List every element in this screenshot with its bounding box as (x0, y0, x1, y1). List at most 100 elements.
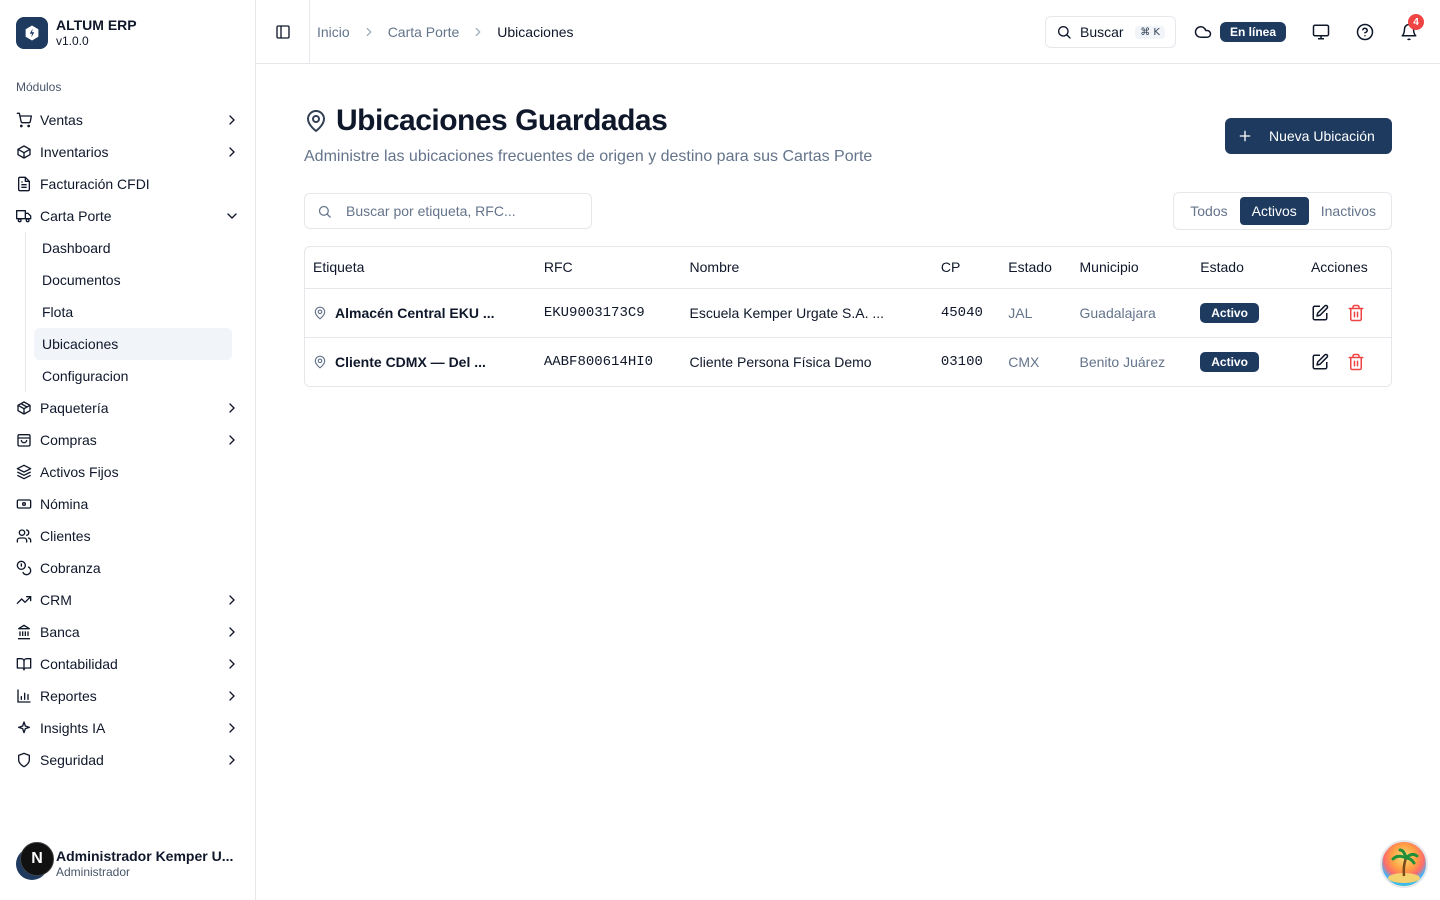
sidebar-item-crm[interactable]: CRM (8, 584, 248, 616)
cell-municipio: Benito Juárez (1079, 353, 1166, 370)
table-row[interactable]: Almacén Central EKU ... EKU9003173C9 Esc… (305, 288, 1391, 338)
submenu-item-documentos[interactable]: Documentos (34, 264, 232, 296)
trending-up-icon (16, 596, 32, 604)
column-header: Nombre (681, 247, 933, 289)
map-pin-icon (314, 355, 326, 369)
sidebar-item-label: Compras (40, 432, 97, 448)
brand[interactable]: ALTUM ERP v1.0.0 (16, 16, 137, 50)
chevron-right-icon (229, 115, 235, 125)
trash-icon[interactable] (1347, 353, 1365, 371)
sidebar-item-activos-fijos[interactable]: Activos Fijos (8, 456, 248, 488)
table-row[interactable]: Cliente CDMX — Del ... AABF800614HI0 Cli… (305, 337, 1391, 386)
bar-chart-icon (17, 689, 31, 703)
column-header: CP (932, 247, 1001, 289)
sidebar-item-label: Clientes (40, 528, 91, 544)
global-search-label: Buscar (1079, 24, 1124, 40)
breadcrumb-inicio[interactable]: Inicio (317, 24, 350, 40)
edit-icon[interactable] (1311, 353, 1329, 371)
user-menu[interactable]: N Administrador Kemper U... Administrado… (16, 842, 244, 884)
status-filter: Todos Activos Inactivos (1173, 192, 1392, 230)
sidebar-item-contabilidad[interactable]: Contabilidad (8, 648, 248, 680)
sidebar-item-cobranza[interactable]: Cobranza (8, 552, 248, 584)
new-location-button[interactable]: Nueva Ubicación (1225, 118, 1392, 154)
panel-left-icon (275, 24, 290, 39)
truck-icon (16, 210, 32, 223)
wallet-icon (16, 499, 32, 509)
chevron-right-icon (229, 435, 235, 445)
sidebar-item-label: Banca (40, 624, 80, 640)
status-badge: Activo (1200, 351, 1259, 372)
notification-count: 4 (1408, 14, 1424, 30)
bank-icon (18, 624, 30, 640)
submenu-item-flota[interactable]: Flota (34, 296, 232, 328)
sidebar-item-label: CRM (40, 592, 72, 608)
sidebar-item-label: Insights IA (40, 720, 106, 736)
help-button[interactable] (1356, 23, 1374, 41)
cell-nombre: Cliente Persona Física Demo (689, 353, 872, 370)
cell-municipio: Guadalajara (1071, 288, 1193, 338)
map-pin-icon (314, 306, 326, 319)
sidebar-item-seguridad[interactable]: Seguridad (8, 744, 248, 776)
sidebar-item-paqueteria[interactable]: Paquetería (8, 392, 248, 424)
search-icon (318, 205, 331, 218)
sidebar-item-insights-ia[interactable]: Insights IA (8, 712, 248, 744)
section-label: Módulos (16, 80, 62, 94)
cell-rfc: AABF800614HI0 (543, 353, 654, 370)
search-input[interactable] (346, 203, 566, 219)
submenu-item-dashboard[interactable]: Dashboard (34, 232, 232, 264)
assistant-button[interactable] (1380, 840, 1428, 888)
filter-activos[interactable]: Activos (1239, 197, 1309, 225)
sidebar-item-clientes[interactable]: Clientes (8, 520, 248, 552)
breadcrumb-ubicaciones: Ubicaciones (497, 23, 574, 40)
sidebar-item-reportes[interactable]: Reportes (8, 680, 248, 712)
sidebar-item-facturacion[interactable]: Facturación CFDI (8, 168, 248, 200)
avatar-initial: N (20, 842, 54, 876)
location-search[interactable] (304, 193, 592, 229)
column-header: Acciones (1302, 247, 1391, 289)
sidebar-item-label: Activos Fijos (40, 464, 119, 480)
sidebar-item-ventas[interactable]: Ventas (8, 104, 248, 136)
sidebar-item-compras[interactable]: Compras (8, 424, 248, 456)
package-icon (17, 145, 31, 159)
chevron-right-icon (229, 755, 235, 765)
submenu-item-ubicaciones[interactable]: Ubicaciones (34, 328, 232, 360)
app-name: ALTUM ERP (56, 17, 137, 33)
filter-todos[interactable]: Todos (1177, 197, 1239, 225)
global-search-button[interactable]: Buscar ⌘ K (1044, 16, 1176, 48)
sidebar-nav: Ventas Inventarios Facturación CFDI Cart… (8, 104, 248, 776)
table-header: Etiqueta RFC Nombre CP Estado Municipio … (305, 247, 1391, 289)
users-icon (16, 529, 32, 543)
sidebar-toggle-button[interactable] (256, 0, 310, 64)
edit-icon[interactable] (1311, 304, 1329, 322)
filter-inactivos[interactable]: Inactivos (1309, 197, 1388, 225)
breadcrumb-carta-porte[interactable]: Carta Porte (388, 24, 460, 40)
sidebar-item-nomina[interactable]: Nómina (8, 488, 248, 520)
chevron-right-icon (475, 27, 481, 36)
column-header: Municipio (1071, 247, 1193, 289)
monitor-button[interactable] (1312, 23, 1330, 41)
chevron-right-icon (229, 403, 235, 413)
sidebar-item-banca[interactable]: Banca (8, 616, 248, 648)
cell-estado: CMX (1008, 353, 1040, 370)
sidebar-item-inventarios[interactable]: Inventarios (8, 136, 248, 168)
carta-porte-submenu: Dashboard Documentos Flota Ubicaciones C… (25, 232, 248, 392)
sidebar-item-label: Reportes (40, 688, 97, 704)
layers-icon (16, 464, 32, 480)
page-subtitle: Administre las ubicaciones frecuentes de… (304, 148, 873, 165)
chevron-down-icon (227, 213, 237, 219)
cell-nombre: Escuela Kemper Urgate S.A. ... (681, 288, 933, 338)
sidebar-item-carta-porte[interactable]: Carta Porte (8, 200, 248, 232)
column-header: RFC (535, 247, 682, 289)
status-badge: En línea (1219, 22, 1286, 42)
search-shortcut: ⌘ K (1135, 25, 1165, 39)
chevron-right-icon (229, 627, 235, 637)
sidebar-item-label: Seguridad (40, 752, 104, 768)
coins-icon (16, 560, 32, 576)
app-version: v1.0.0 (56, 34, 89, 48)
app-logo-icon (16, 17, 48, 49)
trash-icon[interactable] (1347, 304, 1365, 322)
document-icon (18, 176, 30, 192)
notifications-button[interactable]: 4 (1400, 14, 1424, 41)
cell-cp: 03100 (940, 353, 983, 370)
submenu-item-configuracion[interactable]: Configuracion (34, 360, 232, 392)
